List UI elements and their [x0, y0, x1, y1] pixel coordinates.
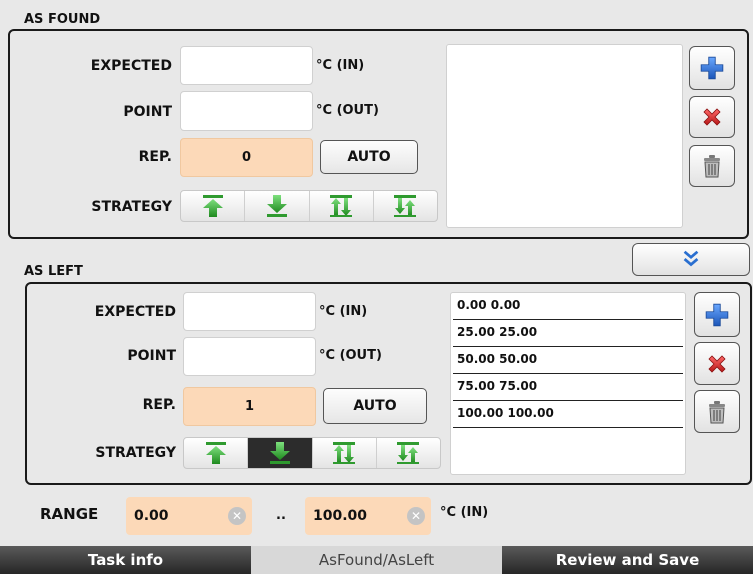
- list-item[interactable]: 75.00 75.00: [453, 374, 683, 401]
- as-left-auto-button[interactable]: AUTO: [323, 388, 427, 424]
- clear-icon[interactable]: ✕: [228, 507, 246, 525]
- as-left-expected-label: EXPECTED: [94, 304, 176, 320]
- arrow-up-icon: [204, 441, 228, 465]
- as-left-point-unit: °C (OUT): [319, 348, 382, 363]
- clear-icon[interactable]: ✕: [407, 507, 425, 525]
- tab-review-and-save[interactable]: Review and Save: [502, 546, 753, 574]
- bottom-tab-bar: Task info AsFound/AsLeft Review and Save: [0, 546, 753, 574]
- tab-asfound-asleft[interactable]: AsFound/AsLeft: [251, 546, 502, 574]
- list-item[interactable]: 100.00 100.00: [453, 401, 683, 428]
- as-left-trash-button[interactable]: [694, 390, 740, 433]
- arrow-up-icon: [201, 194, 225, 218]
- list-item[interactable]: 25.00 25.00: [453, 320, 683, 347]
- copy-to-as-left-button[interactable]: [632, 243, 750, 276]
- plus-icon: [704, 302, 730, 328]
- as-found-delete-button[interactable]: [689, 96, 735, 138]
- range-max-input[interactable]: 100.00 ✕: [305, 497, 431, 535]
- list-item[interactable]: 50.00 50.00: [453, 347, 683, 374]
- trash-icon: [705, 400, 729, 424]
- list-item[interactable]: 0.00 0.00: [453, 293, 683, 320]
- range-label: RANGE: [40, 505, 99, 523]
- as-found-point-label: POINT: [123, 104, 172, 120]
- as-left-strategy-label: STRATEGY: [95, 445, 176, 461]
- as-left-expected-unit: °C (IN): [319, 304, 368, 319]
- arrow-down-icon: [268, 441, 292, 465]
- trash-icon: [700, 154, 724, 178]
- tab-task-info[interactable]: Task info: [0, 546, 251, 574]
- range-separator: ..: [276, 508, 286, 523]
- as-left-point-label: POINT: [127, 348, 176, 364]
- strategy-down-up-button[interactable]: [377, 438, 440, 468]
- double-chevron-down-icon: [680, 249, 702, 271]
- as-found-auto-button[interactable]: AUTO: [320, 140, 418, 174]
- x-icon: [700, 105, 724, 129]
- as-found-rep-label: REP.: [138, 149, 172, 165]
- strategy-down-up-button[interactable]: [374, 191, 437, 221]
- arrow-down-up-icon: [396, 441, 420, 465]
- strategy-up-down-button[interactable]: [310, 191, 374, 221]
- as-left-strategy-selector: [183, 437, 441, 469]
- strategy-up-button[interactable]: [181, 191, 246, 221]
- arrow-up-down-icon: [332, 441, 356, 465]
- arrow-down-icon: [265, 194, 289, 218]
- as-found-trash-button[interactable]: [689, 145, 735, 187]
- strategy-up-down-button[interactable]: [313, 438, 377, 468]
- as-found-strategy-label: STRATEGY: [91, 199, 172, 215]
- as-left-points-list[interactable]: 0.00 0.00 25.00 25.00 50.00 50.00 75.00 …: [450, 292, 686, 475]
- as-found-add-button[interactable]: [689, 46, 735, 90]
- plus-icon: [699, 55, 725, 81]
- strategy-down-button[interactable]: [245, 191, 310, 221]
- strategy-down-button[interactable]: [248, 438, 313, 468]
- as-left-title: AS LEFT: [24, 264, 83, 279]
- as-found-expected-unit: °C (IN): [316, 58, 365, 73]
- as-left-point-input[interactable]: [183, 337, 316, 376]
- as-found-expected-label: EXPECTED: [90, 58, 172, 74]
- as-found-title: AS FOUND: [24, 12, 101, 27]
- as-left-delete-button[interactable]: [694, 342, 740, 385]
- as-found-strategy-selector: [180, 190, 438, 222]
- as-left-rep-input[interactable]: 1: [183, 387, 316, 426]
- as-left-rep-label: REP.: [142, 397, 176, 413]
- range-unit: °C (IN): [440, 505, 489, 520]
- x-icon: [705, 352, 729, 376]
- range-max-value: 100.00: [313, 508, 368, 524]
- as-found-rep-input[interactable]: 0: [180, 138, 313, 177]
- as-found-point-unit: °C (OUT): [316, 103, 379, 118]
- as-left-expected-input[interactable]: [183, 292, 316, 331]
- as-left-add-button[interactable]: [694, 292, 740, 337]
- as-found-expected-input[interactable]: [180, 46, 313, 85]
- range-min-value: 0.00: [134, 508, 169, 524]
- range-min-input[interactable]: 0.00 ✕: [126, 497, 252, 535]
- arrow-down-up-icon: [393, 194, 417, 218]
- strategy-up-button[interactable]: [184, 438, 249, 468]
- as-found-points-list[interactable]: [446, 44, 683, 228]
- arrow-up-down-icon: [329, 194, 353, 218]
- as-found-point-input[interactable]: [180, 91, 313, 131]
